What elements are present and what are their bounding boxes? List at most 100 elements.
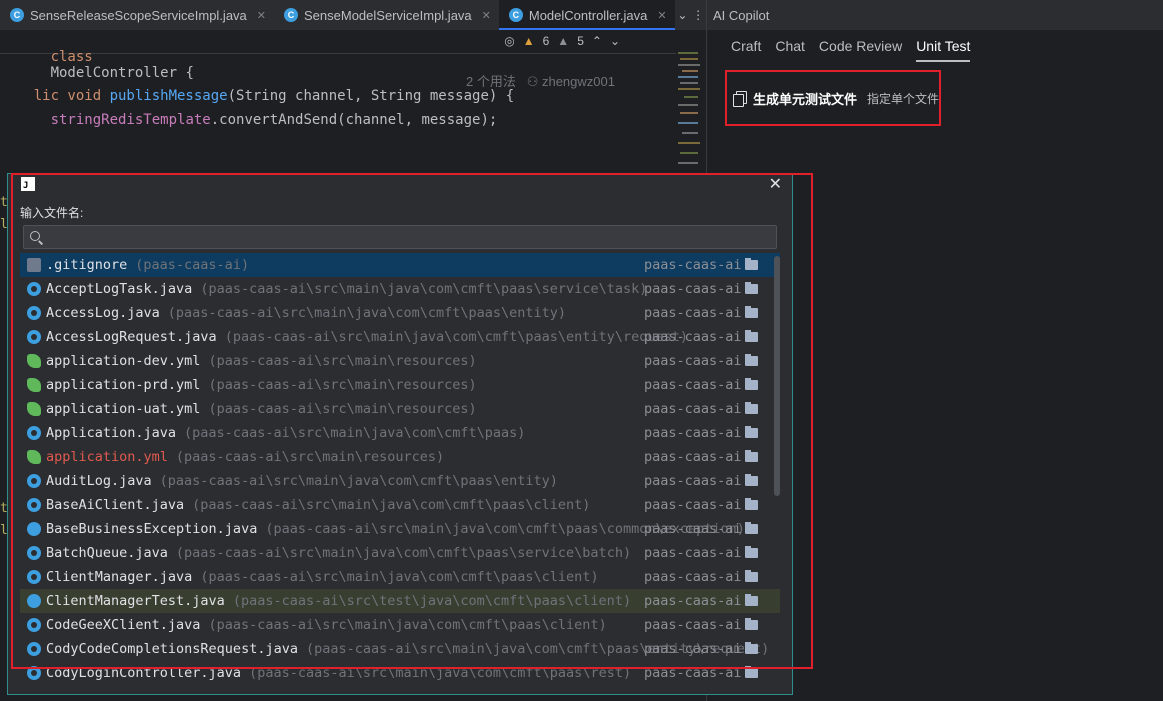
file-list-item[interactable]: AuditLog.java (paas-caas-ai\src\main\java… [20, 469, 780, 493]
file-list-item[interactable]: BaseBusinessException.java (paas-caas-ai\… [20, 517, 780, 541]
file-name: application-dev.yml [46, 353, 201, 369]
module-name: paas-caas-ai [644, 665, 742, 681]
tab-chat[interactable]: Chat [775, 38, 805, 62]
file-list-item[interactable]: CodeGeeXClient.java (paas-caas-ai\src\mai… [20, 613, 780, 637]
file-path: (paas-caas-ai\src\main\java\com\cmft\paa… [249, 665, 632, 681]
panel-title: AI Copilot [707, 0, 1163, 30]
folder-icon [745, 474, 758, 486]
tab-model-controller[interactable]: C ModelController.java ✕ [498, 0, 675, 30]
file-path: (paas-caas-ai) [135, 257, 250, 273]
inspection-widget[interactable]: ◎ ▲ 6 ▲ 5 ⌃ ⌄ [504, 34, 620, 48]
usages-hint[interactable]: 2 个用法 [466, 74, 516, 89]
file-name: AccessLogRequest.java [46, 329, 217, 345]
module-name: paas-caas-ai [644, 569, 742, 585]
file-list-item[interactable]: BaseAiClient.java (paas-caas-ai\src\main\… [20, 493, 780, 517]
code-line: stringRedisTemplate.convertAndSend(chann… [0, 96, 498, 144]
close-icon[interactable]: ✕ [482, 9, 491, 22]
tab-sense-release-scope[interactable]: C SenseReleaseScopeServiceImpl.java ✕ [0, 0, 274, 30]
search-box[interactable] [23, 225, 777, 249]
tab-label: SenseReleaseScopeServiceImpl.java [30, 7, 247, 23]
file-path: (paas-caas-ai\src\main\resources) [175, 449, 445, 465]
module-name: paas-caas-ai [644, 473, 742, 489]
tab-sense-model-service[interactable]: C SenseModelServiceImpl.java ✕ [274, 0, 499, 30]
file-list-item[interactable]: BatchQueue.java (paas-caas-ai\src\main\ja… [20, 541, 780, 565]
file-list-item[interactable]: application-dev.yml (paas-caas-ai\src\mai… [20, 349, 780, 373]
chevron-down-icon[interactable]: ⌄ [675, 0, 691, 30]
eye-off-icon[interactable]: ◎ [504, 34, 514, 48]
tab-unit-test[interactable]: Unit Test [916, 38, 971, 62]
scrollbar[interactable] [774, 256, 780, 496]
file-name: AccessLog.java [46, 305, 160, 321]
module-name: paas-caas-ai [644, 497, 742, 513]
keyword: class [50, 49, 93, 65]
yml-icon [27, 450, 41, 464]
file-list-item[interactable]: AcceptLogTask.java (paas-caas-ai\src\main… [20, 277, 780, 301]
file-path: (paas-caas-ai\src\main\java\com\cmft\paa… [167, 305, 567, 321]
file-list-item[interactable]: ClientManagerTest.java (paas-caas-ai\src\… [20, 589, 780, 613]
copy-icon [733, 90, 747, 107]
author-icon: ⚇ [526, 74, 539, 89]
close-icon[interactable]: ✕ [657, 9, 666, 22]
author-hint: zhengwz001 [541, 74, 615, 89]
class-icon [27, 642, 41, 656]
folder-icon [745, 426, 758, 438]
class-icon: C [284, 8, 299, 22]
module-name: paas-caas-ai [644, 545, 742, 561]
inlay-hint[interactable]: 2 个用法 ⚇ zhengwz001 [466, 71, 615, 90]
file-name: BaseAiClient.java [46, 497, 185, 513]
file-name: application-prd.yml [46, 377, 201, 393]
file-list-item[interactable]: application.yml (paas-caas-ai\src\main\re… [20, 445, 780, 469]
file-list-item[interactable]: Application.java (paas-caas-ai\src\main\j… [20, 421, 780, 445]
file-path: (paas-caas-ai\src\main\java\com\cmft\paa… [184, 425, 526, 441]
file-path: (paas-caas-ai\src\main\java\com\cmft\paa… [200, 569, 599, 585]
file-path: (paas-caas-ai\src\main\java\com\cmft\paa… [159, 473, 558, 489]
module-name: paas-caas-ai [644, 329, 742, 345]
file-list-item[interactable]: AccessLogRequest.java (paas-caas-ai\src\m… [20, 325, 780, 349]
file-list-item[interactable]: CodyCodeCompletionsRequest.java (paas-caa… [20, 637, 780, 661]
close-icon[interactable]: ✕ [769, 174, 782, 193]
file-path: (paas-caas-ai\src\main\resources) [208, 353, 477, 369]
chevron-up-icon[interactable]: ⌃ [592, 34, 602, 48]
module-name: paas-caas-ai [644, 353, 742, 369]
file-list-item[interactable]: ClientManager.java (paas-caas-ai\src\main… [20, 565, 780, 589]
class-icon [27, 666, 41, 680]
class-icon [27, 282, 41, 296]
tab-craft[interactable]: Craft [731, 38, 761, 62]
class-icon [27, 618, 41, 632]
module-name: paas-caas-ai [644, 521, 742, 537]
module-name: paas-caas-ai [644, 449, 742, 465]
generate-test-label[interactable]: 生成单元测试文件 [753, 89, 857, 108]
weak-warning-count: 5 [577, 34, 584, 48]
folder-icon [745, 546, 758, 558]
more-options-icon[interactable]: ⋮ [690, 0, 706, 30]
generate-test-button[interactable]: 生成单元测试文件 指定单个文件 [733, 89, 939, 108]
file-list-item[interactable]: application-uat.yml (paas-caas-ai\src\mai… [20, 397, 780, 421]
file-path: (paas-caas-ai\src\test\java\com\cmft\paa… [232, 593, 632, 609]
folder-icon [745, 618, 758, 630]
class-icon [27, 306, 41, 320]
search-input[interactable] [48, 228, 752, 248]
file-name: ClientManagerTest.java [46, 593, 225, 609]
chevron-down-icon[interactable]: ⌄ [610, 34, 620, 48]
tab-code-review[interactable]: Code Review [819, 38, 902, 62]
intellij-logo-icon: J [21, 177, 35, 191]
file-list-item[interactable]: AccessLog.java (paas-caas-ai\src\main\jav… [20, 301, 780, 325]
yml-icon [27, 402, 41, 416]
tab-label: ModelController.java [528, 7, 648, 23]
class-icon [27, 498, 41, 512]
module-name: paas-caas-ai [644, 305, 742, 321]
file-path: (paas-caas-ai\src\main\java\com\cmft\paa… [200, 281, 648, 297]
search-icon [30, 231, 40, 241]
file-list-item[interactable]: application-prd.yml (paas-caas-ai\src\mai… [20, 373, 780, 397]
file-list-item[interactable]: .gitignore (paas-caas-ai) paas-caas-ai [20, 253, 780, 277]
minimap[interactable] [676, 52, 704, 182]
sticky-header: class ModelController { ◎ ▲ 6 ▲ 5 ⌃ ⌄ [0, 31, 676, 81]
folder-icon [745, 330, 758, 342]
module-name: paas-caas-ai [644, 401, 742, 417]
folder-icon [745, 306, 758, 318]
file-name: application.yml [46, 449, 168, 465]
file-name: CodyCodeCompletionsRequest.java [46, 641, 298, 657]
close-icon[interactable]: ✕ [257, 9, 266, 22]
class-icon: C [508, 8, 523, 22]
file-list-item[interactable]: CodyLoginController.java (paas-caas-ai\sr… [20, 661, 780, 685]
